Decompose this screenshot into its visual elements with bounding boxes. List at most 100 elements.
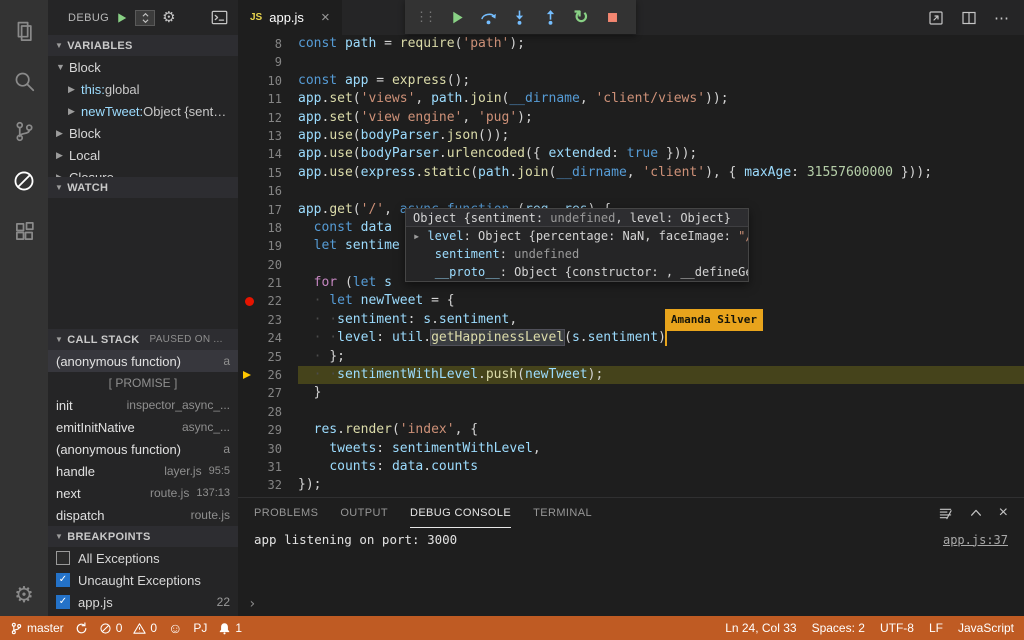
checkbox[interactable] <box>56 551 70 565</box>
clear-console-icon[interactable] <box>938 506 953 521</box>
line-number[interactable]: 31 <box>238 458 298 476</box>
console-source-link[interactable]: app.js:37 <box>943 533 1008 547</box>
code-line[interactable]: 22 · let newTweet = { <box>238 292 1024 310</box>
close-panel-icon[interactable]: × <box>999 505 1008 521</box>
line-number[interactable]: 16 <box>238 182 298 200</box>
continue-button[interactable] <box>443 3 471 31</box>
checkbox[interactable]: ✓ <box>56 595 70 609</box>
code-line[interactable]: 27 } <box>238 384 1024 402</box>
start-debug-button[interactable] <box>116 12 128 24</box>
line-number[interactable]: 19 <box>238 237 298 255</box>
line-number[interactable]: 8 <box>238 35 298 53</box>
code-line[interactable]: 12 app.set('view engine', 'pug'); <box>238 109 1024 127</box>
tooltip-row[interactable]: ▸ level: Object {percentage: NaN, faceIm… <box>406 227 748 245</box>
variables-section-header[interactable]: ▼ VARIABLES <box>48 35 238 56</box>
callstack-section-header[interactable]: ▼ CALL STACK PAUSED ON ... <box>48 329 238 350</box>
line-number[interactable]: 25 <box>238 348 298 366</box>
chevron-up-icon[interactable] <box>969 506 983 520</box>
line-number[interactable]: 12 <box>238 109 298 127</box>
drag-handle[interactable]: ⋮⋮ <box>415 9 437 25</box>
debug-settings-gear-icon[interactable]: ⚙ <box>162 10 175 25</box>
panel-tab-problems[interactable]: PROBLEMS <box>254 498 318 528</box>
code-editor[interactable]: 8 const path = require('path'); 9 10 const a… <box>238 35 1024 497</box>
restart-button[interactable]: ↻ <box>567 3 595 31</box>
code-line[interactable]: 28 <box>238 403 1024 421</box>
step-out-button[interactable] <box>536 3 564 31</box>
status-sync[interactable] <box>75 621 88 635</box>
status-language-mode[interactable]: JavaScript <box>958 621 1014 635</box>
callstack-frame[interactable]: init inspector_async_... <box>48 394 238 416</box>
line-number[interactable]: 30 <box>238 440 298 458</box>
breakpoint-row[interactable]: ✓ app.js 22 <box>48 591 238 613</box>
activity-explorer-icon[interactable] <box>0 6 48 56</box>
callstack-frame[interactable]: emitInitNative async_... <box>48 416 238 438</box>
code-line[interactable]: 25 · }; <box>238 348 1024 366</box>
open-preview-icon[interactable] <box>928 10 944 26</box>
line-number[interactable]: 15 <box>238 164 298 182</box>
step-into-button[interactable] <box>505 3 533 31</box>
debug-config-dropdown[interactable] <box>135 9 156 26</box>
breakpoint-row[interactable]: All Exceptions <box>48 547 238 569</box>
callstack-frame[interactable]: (anonymous function) a <box>48 438 238 460</box>
tab-app-js[interactable]: JS app.js × <box>238 0 342 35</box>
variable-row[interactable]: ▶ Block <box>48 122 238 144</box>
line-number[interactable]: 14 <box>238 145 298 163</box>
status-feedback-smiley[interactable]: ☺ <box>168 621 182 635</box>
callstack-frame[interactable]: (anonymous function) a <box>48 350 238 372</box>
code-line[interactable]: 9 <box>238 53 1024 71</box>
breakpoints-section-header[interactable]: ▼ BREAKPOINTS <box>48 526 238 547</box>
panel-tab-output[interactable]: OUTPUT <box>340 498 388 528</box>
step-over-button[interactable] <box>474 3 502 31</box>
status-errors[interactable]: 0 <box>99 621 122 635</box>
code-line[interactable]: 32}); <box>238 476 1024 494</box>
debug-console-toggle-icon[interactable] <box>211 10 228 25</box>
line-number[interactable]: 23 <box>238 311 298 329</box>
line-number[interactable]: 10 <box>238 72 298 90</box>
callstack-frame[interactable]: next route.js 137:13 <box>48 482 238 504</box>
console-input[interactable]: › <box>238 596 1024 616</box>
status-notifications[interactable]: 1 <box>218 621 242 635</box>
variable-row[interactable]: ▼ Block <box>48 56 238 78</box>
panel-tab-terminal[interactable]: TERMINAL <box>533 498 592 528</box>
code-line[interactable]: 23 · ·sentiment: s.sentiment, <box>238 311 1024 329</box>
code-line[interactable]: 30 tweets: sentimentWithLevel, <box>238 440 1024 458</box>
status-encoding[interactable]: UTF-8 <box>880 621 914 635</box>
line-number[interactable]: 22 <box>238 292 298 310</box>
line-number[interactable]: 28 <box>238 403 298 421</box>
variable-row[interactable]: ▶ newTweet: Object {sent… <box>48 100 238 122</box>
variable-row[interactable]: ▶ Closure <box>48 166 238 178</box>
panel-tab-debug-console[interactable]: DEBUG CONSOLE <box>409 498 512 528</box>
status-warnings[interactable]: 0 <box>133 621 157 635</box>
line-number[interactable]: 13 <box>238 127 298 145</box>
line-number[interactable]: 21 <box>238 274 298 292</box>
more-actions-icon[interactable]: ⋯ <box>994 9 1010 27</box>
activity-debug-icon[interactable] <box>0 156 48 206</box>
line-number[interactable]: 18 <box>238 219 298 237</box>
activity-search-icon[interactable] <box>0 56 48 106</box>
line-number[interactable]: 20 <box>238 256 298 274</box>
line-number[interactable]: 9 <box>238 53 298 71</box>
activity-source-control-icon[interactable] <box>0 106 48 156</box>
breakpoint-dot[interactable] <box>245 297 254 307</box>
line-number[interactable]: 27 <box>238 384 298 402</box>
breakpoint-row[interactable]: ✓ Uncaught Exceptions <box>48 569 238 591</box>
code-line[interactable]: 10 const app = express(); <box>238 72 1024 90</box>
code-line[interactable]: 8 const path = require('path'); <box>238 35 1024 53</box>
line-number[interactable]: 29 <box>238 421 298 439</box>
split-editor-icon[interactable] <box>961 10 977 26</box>
status-eol[interactable]: LF <box>929 621 943 635</box>
stop-button[interactable] <box>598 3 626 31</box>
code-line[interactable]: 11 app.set('views', path.join(__dirname, … <box>238 90 1024 108</box>
checkbox[interactable]: ✓ <box>56 573 70 587</box>
code-line[interactable]: 14 app.use(bodyParser.urlencoded({ extend… <box>238 145 1024 163</box>
callstack-frame[interactable]: dispatch route.js <box>48 504 238 526</box>
line-number[interactable]: 17 <box>238 201 298 219</box>
settings-gear-icon[interactable]: ⚙ <box>0 584 48 606</box>
code-line[interactable]: 26 · ·sentimentWithLevel.push(newTweet); <box>238 366 1024 385</box>
line-number[interactable]: 11 <box>238 90 298 108</box>
line-number[interactable]: 26 <box>238 366 298 384</box>
code-line[interactable]: 24 · ·level: util.getHappinessLevel(s.se… <box>238 309 1024 347</box>
variable-row[interactable]: ▶ this: global <box>48 78 238 100</box>
watch-section-header[interactable]: ▼ WATCH <box>48 177 238 198</box>
status-indentation[interactable]: Spaces: 2 <box>812 621 865 635</box>
